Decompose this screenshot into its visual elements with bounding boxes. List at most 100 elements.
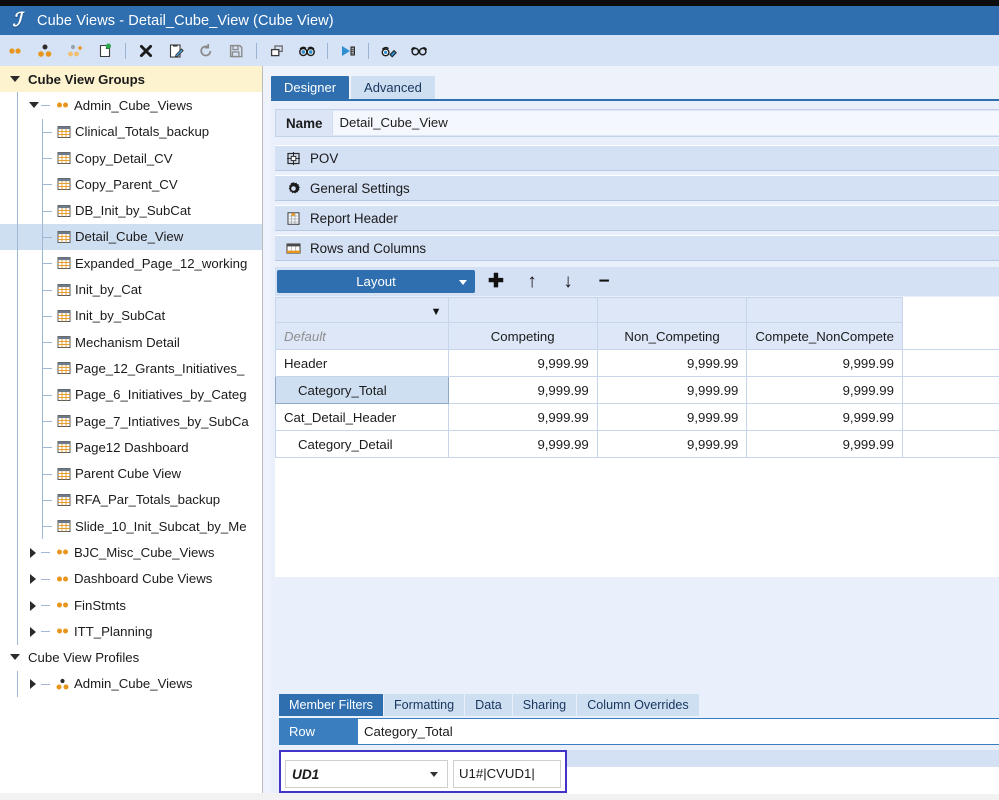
tab-column-overrides[interactable]: Column Overrides xyxy=(577,694,699,716)
layout-grid[interactable]: ▼ Default Competing Non_Competing Compete_No… xyxy=(275,297,999,458)
remove-row-button[interactable]: − xyxy=(589,270,619,294)
edit-icon[interactable] xyxy=(161,38,191,64)
grid-value-cell[interactable]: 9,999.99 xyxy=(447,403,598,431)
copy-icon[interactable] xyxy=(262,38,292,64)
grid-value-cell[interactable]: 9,999.99 xyxy=(596,403,748,431)
tree-item-admin-cube-views[interactable]: Admin_Cube_Views xyxy=(0,670,262,698)
grid-filter-cell[interactable] xyxy=(746,297,903,323)
grid-value-cell[interactable]: 9,999.99 xyxy=(746,349,903,377)
tab-member-filters[interactable]: Member Filters xyxy=(279,694,383,716)
member-filter-row[interactable]: UD1 U1#|CVUD1| xyxy=(279,750,567,793)
find-icon[interactable] xyxy=(292,38,322,64)
grid-value-cell[interactable]: 9,999.99 xyxy=(746,376,903,404)
add-row-button[interactable]: ✚ xyxy=(481,270,511,294)
move-down-button[interactable]: ↓ xyxy=(553,270,583,294)
tree-item-admin-cube-views[interactable]: Admin_Cube_Views xyxy=(0,92,262,119)
tree-item-parent-cube-view[interactable]: Parent Cube View xyxy=(0,460,262,487)
tree-item-cube-view-groups[interactable]: Cube View Groups xyxy=(0,66,262,93)
member-filter-expression-input[interactable]: U1#|CVUD1| xyxy=(453,760,561,788)
tree-item-init-by-cat[interactable]: Init_by_Cat xyxy=(0,276,262,303)
grid-value-cell[interactable]: 9,999.99 xyxy=(596,376,748,404)
grid-value-cell[interactable]: 9,999.99 xyxy=(596,349,748,377)
tree-item-copy-detail-cv[interactable]: Copy_Detail_CV xyxy=(0,144,262,172)
grid-row[interactable]: Category_Detail 9,999.99 9,999.99 9,999.99 xyxy=(275,430,999,458)
grid-value-cell[interactable]: 9,999.99 xyxy=(447,349,598,377)
refresh-icon[interactable] xyxy=(191,38,221,64)
tree-item-db-init-by-subcat[interactable]: DB_Init_by_SubCat xyxy=(0,197,262,224)
grid-filter-cell[interactable]: ▼ xyxy=(275,297,449,323)
tree-item-detail-cube-view[interactable]: Detail_Cube_View xyxy=(0,223,262,251)
tree-item-page12-dashboard[interactable]: Page12 Dashboard xyxy=(0,434,262,461)
delete-icon[interactable] xyxy=(131,38,161,64)
save-icon[interactable] xyxy=(221,38,251,64)
cube-view-group-icon[interactable] xyxy=(30,38,60,64)
grid-row-label[interactable]: Category_Detail xyxy=(275,430,449,458)
move-up-button[interactable]: ↑ xyxy=(517,270,547,294)
name-input[interactable]: Detail_Cube_View xyxy=(332,111,999,135)
section-pov[interactable]: POV xyxy=(275,145,999,171)
grid-filter-cell[interactable] xyxy=(596,297,748,323)
tree-item-rfa-par-totals-backup[interactable]: RFA_Par_Totals_backup xyxy=(0,486,262,514)
tree-item-clinical-totals-backup[interactable]: Clinical_Totals_backup xyxy=(0,118,262,145)
cube-view-tree[interactable]: Cube View Groups Admin_Cube_Views Clinical… xyxy=(0,66,262,698)
tree-item-expanded-page-12-working[interactable]: Expanded_Page_12_working xyxy=(0,250,262,277)
expander-icon[interactable] xyxy=(29,679,38,690)
grid-value-cell[interactable]: 9,999.99 xyxy=(746,403,903,431)
member-detail-tab-strip[interactable]: Member Filters Formatting Data Sharing Colum… xyxy=(279,694,700,716)
grid-row-label[interactable]: Cat_Detail_Header xyxy=(275,403,449,431)
tab-advanced[interactable]: Advanced xyxy=(351,76,435,99)
cube-view-tree-panel[interactable]: Cube View Groups Admin_Cube_Views Clinical… xyxy=(0,66,263,793)
grid-column-header[interactable]: Compete_NonCompete xyxy=(746,322,903,350)
tab-data[interactable]: Data xyxy=(465,694,512,716)
grid-row-label[interactable]: Category_Total xyxy=(275,376,449,404)
expander-icon[interactable] xyxy=(29,626,38,637)
tab-formatting[interactable]: Formatting xyxy=(383,694,465,716)
tab-designer[interactable]: Designer xyxy=(271,76,350,99)
grid-filter-cell[interactable] xyxy=(447,297,598,323)
expander-icon[interactable] xyxy=(29,574,38,585)
grid-row[interactable]: Category_Total 9,999.99 9,999.99 9,999.99 xyxy=(275,376,999,404)
row-value-input[interactable]: Category_Total xyxy=(358,719,999,744)
expander-icon[interactable] xyxy=(10,75,20,84)
tree-item-page-7-intiatives-by-subca[interactable]: Page_7_Intiatives_by_SubCa xyxy=(0,407,262,435)
layout-dropdown[interactable]: Layout xyxy=(277,270,475,293)
grid-value-cell[interactable]: 9,999.99 xyxy=(447,430,598,458)
dimension-select[interactable]: UD1 xyxy=(285,760,448,788)
tree-item-finstmts[interactable]: FinStmts xyxy=(0,591,262,619)
execute-icon[interactable] xyxy=(333,38,363,64)
filter-icon[interactable]: ▼ xyxy=(431,306,442,318)
grid-row-label[interactable]: Header xyxy=(275,349,449,377)
section-rows-and-columns[interactable]: Rows and Columns xyxy=(275,235,999,261)
layout-grid-wrap[interactable]: ▼ Default Competing Non_Competing Compete_No… xyxy=(275,297,999,577)
grid-value-cell[interactable]: 9,999.99 xyxy=(447,376,598,404)
tree-item-itt-planning[interactable]: ITT_Planning xyxy=(0,618,262,645)
add-cube-view-group-icon[interactable] xyxy=(60,38,90,64)
expander-icon[interactable] xyxy=(10,653,20,662)
grid-value-cell[interactable]: 9,999.99 xyxy=(596,430,748,458)
tree-item-copy-parent-cv[interactable]: Copy_Parent_CV xyxy=(0,171,262,198)
grid-column-header[interactable]: Non_Competing xyxy=(596,322,748,350)
tree-item-init-by-subcat[interactable]: Init_by_SubCat xyxy=(0,302,262,329)
tree-item-page-12-grants-initiatives[interactable]: Page_12_Grants_Initiatives_ xyxy=(0,355,262,382)
tree-item-mechanism-detail[interactable]: Mechanism Detail xyxy=(0,328,262,356)
new-cube-view-icon[interactable] xyxy=(90,38,120,64)
grid-filter-row[interactable]: ▼ xyxy=(275,297,999,323)
grid-row[interactable]: Cat_Detail_Header 9,999.99 9,999.99 9,999.9… xyxy=(275,403,999,431)
tree-item-slide-10-init-subcat-by-me[interactable]: Slide_10_Init_Subcat_by_Me xyxy=(0,513,262,540)
view-members-icon[interactable] xyxy=(0,38,30,64)
view-icon[interactable] xyxy=(404,38,434,64)
search-settings-icon[interactable] xyxy=(374,38,404,64)
tree-item-page-6-initiatives-by-categ[interactable]: Page_6_Initiatives_by_Categ xyxy=(0,381,262,408)
designer-tab-strip[interactable]: Designer Advanced xyxy=(271,76,437,99)
grid-value-cell[interactable]: 9,999.99 xyxy=(746,430,903,458)
tab-sharing[interactable]: Sharing xyxy=(512,694,577,716)
section-general-settings[interactable]: General Settings xyxy=(275,175,999,201)
tree-item-bjc-misc-cube-views[interactable]: BJC_Misc_Cube_Views xyxy=(0,539,262,566)
expander-icon[interactable] xyxy=(29,101,39,110)
tree-item-dashboard-cube-views[interactable]: Dashboard Cube Views xyxy=(0,565,262,592)
expander-icon[interactable] xyxy=(29,547,38,558)
expander-icon[interactable] xyxy=(29,600,38,611)
grid-row[interactable]: Header 9,999.99 9,999.99 9,999.99 xyxy=(275,349,999,377)
tree-item-cube-view-profiles[interactable]: Cube View Profiles xyxy=(0,645,262,671)
section-report-header[interactable]: Report Header xyxy=(275,205,999,231)
